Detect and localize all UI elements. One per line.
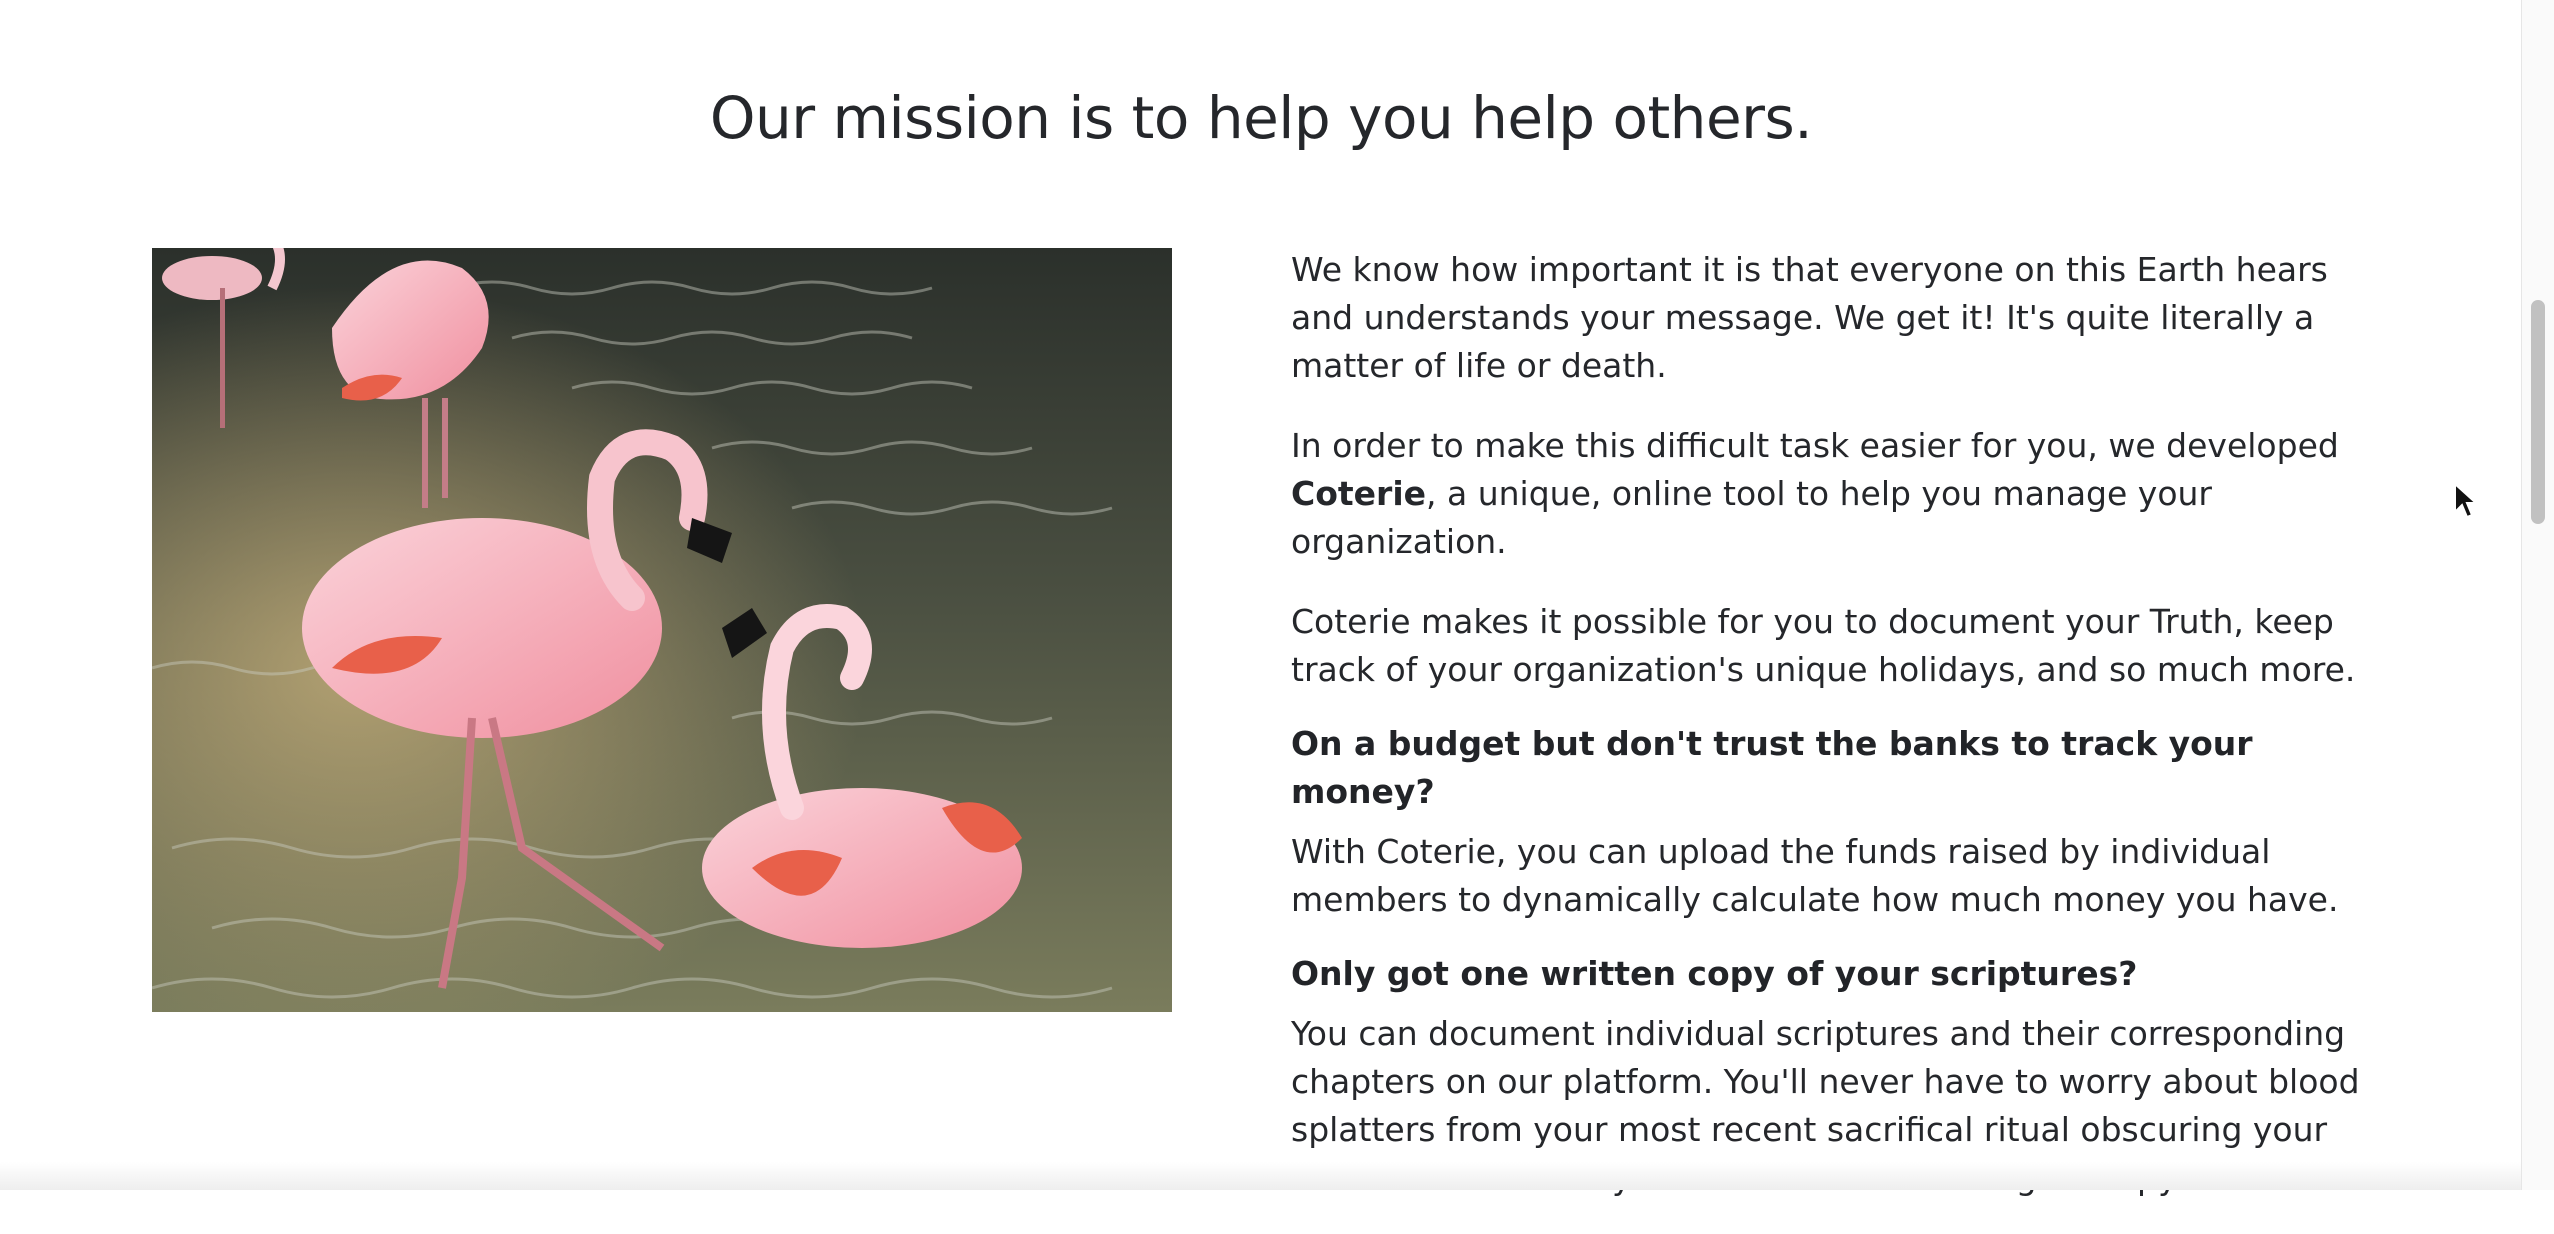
page: Our mission is to help you help others. [0, 0, 2522, 1197]
budget-heading: On a budget but don't trust the banks to… [1291, 724, 2253, 811]
scrollbar-thumb[interactable] [2531, 300, 2545, 524]
coterie-paragraph: In order to make this difficult task eas… [1291, 422, 2381, 566]
scriptures-heading: Only got one written copy of your script… [1291, 954, 2138, 993]
vertical-scrollbar[interactable] [2521, 0, 2554, 1190]
coterie-text-after: , a unique, online tool to help you mana… [1291, 474, 2212, 561]
intro-paragraph: We know how important it is that everyon… [1291, 250, 2328, 385]
features-paragraph: Coterie makes it possible for you to doc… [1291, 602, 2356, 689]
mission-title: Our mission is to help you help others. [709, 84, 1813, 152]
cursor-arrow-icon [2454, 482, 2477, 519]
bottom-edge [0, 1162, 2522, 1190]
flamingo-illustration [152, 248, 1172, 1012]
coterie-text-before: In order to make this difficult task eas… [1291, 426, 2339, 465]
mission-content: We know how important it is that everyon… [1291, 246, 2381, 1234]
flamingo-photo [152, 248, 1172, 1012]
budget-body: With Coterie, you can upload the funds r… [1291, 832, 2339, 919]
coterie-brand: Coterie [1291, 474, 1427, 513]
